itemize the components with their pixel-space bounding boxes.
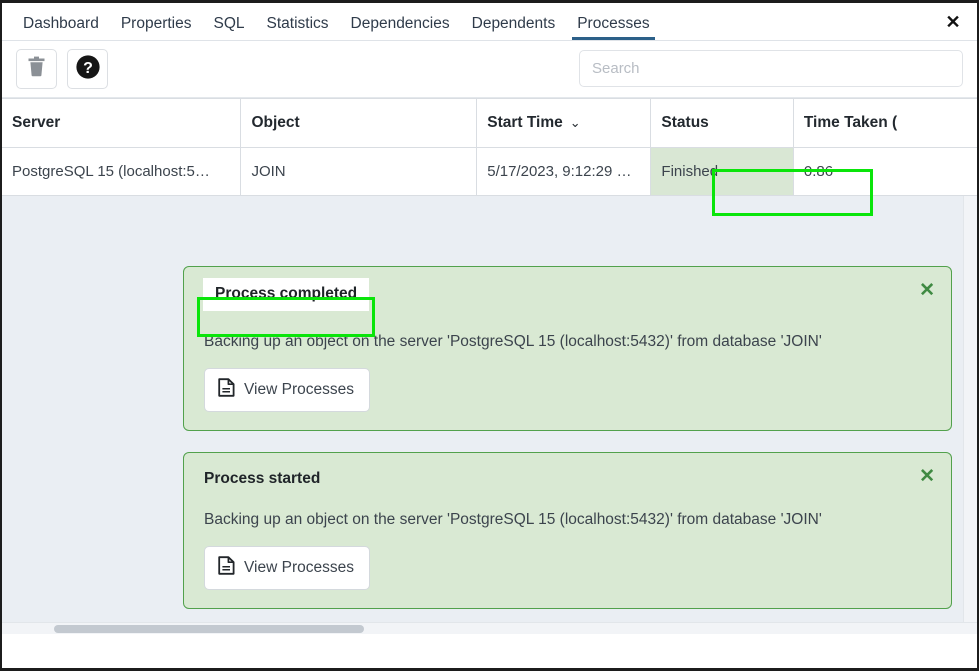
tab-label: Statistics: [267, 15, 329, 32]
processes-table: Server Object Start Time ⌄ Status Time T…: [2, 98, 977, 196]
search-container: [579, 50, 963, 87]
tab-bar: Dashboard Properties SQL Statistics Depe…: [2, 3, 977, 41]
alert-process-completed: ✕ Process completed Backing up an object…: [183, 266, 952, 431]
view-processes-label: View Processes: [244, 381, 354, 399]
table-row[interactable]: PostgreSQL 15 (localhost:5… JOIN 5/17/20…: [2, 148, 977, 196]
delete-process-button[interactable]: [16, 49, 57, 89]
view-processes-button[interactable]: View Processes: [204, 368, 370, 412]
tab-label: Dependents: [472, 15, 556, 32]
tab-dashboard[interactable]: Dashboard: [12, 16, 110, 40]
column-header-label: Status: [661, 114, 708, 132]
notifications-area: ✕ Process completed Backing up an object…: [2, 196, 977, 634]
close-icon[interactable]: ✕: [943, 12, 963, 32]
cell-value: 0.86: [804, 163, 833, 180]
alert-process-started: ✕ Process started Backing up an object o…: [183, 452, 952, 609]
cell-server: PostgreSQL 15 (localhost:5…: [2, 148, 241, 195]
horizontal-scrollbar[interactable]: [2, 622, 977, 634]
alert-message: Backing up an object on the server 'Post…: [204, 333, 933, 351]
tab-label: Properties: [121, 15, 192, 32]
tab-dependencies[interactable]: Dependencies: [340, 16, 461, 40]
tab-properties[interactable]: Properties: [110, 16, 203, 40]
status-badge: Finished: [661, 163, 718, 180]
processes-panel: Dashboard Properties SQL Statistics Depe…: [0, 0, 979, 671]
help-button[interactable]: ?: [67, 49, 108, 89]
document-icon: [218, 378, 235, 402]
trash-icon: [27, 56, 46, 82]
close-icon[interactable]: ✕: [919, 467, 935, 486]
column-header-label: Start Time: [487, 114, 563, 132]
cell-time-taken: 0.86: [794, 148, 977, 195]
chevron-down-icon: ⌄: [570, 116, 581, 129]
tab-label: Dashboard: [23, 15, 99, 32]
help-icon: ?: [75, 54, 101, 85]
tab-processes[interactable]: Processes: [566, 16, 660, 40]
tab-label: SQL: [213, 15, 244, 32]
tab-label: Processes: [577, 15, 649, 32]
alert-message: Backing up an object on the server 'Post…: [204, 511, 933, 529]
alert-title: Process completed: [203, 278, 369, 311]
horizontal-scrollbar-thumb[interactable]: [54, 625, 364, 633]
cell-object: JOIN: [241, 148, 477, 195]
column-header-start-time[interactable]: Start Time ⌄: [477, 99, 651, 147]
cell-value: 5/17/2023, 9:12:29 …: [487, 163, 631, 180]
column-header-label: Server: [12, 114, 60, 132]
view-processes-label: View Processes: [244, 559, 354, 577]
tab-sql[interactable]: SQL: [202, 16, 255, 40]
close-icon[interactable]: ✕: [919, 281, 935, 300]
tab-dependents[interactable]: Dependents: [461, 16, 567, 40]
tab-statistics[interactable]: Statistics: [256, 16, 340, 40]
vertical-scrollbar[interactable]: [963, 196, 977, 634]
document-icon: [218, 556, 235, 580]
column-header-label: Time Taken (: [804, 114, 897, 132]
cell-start-time: 5/17/2023, 9:12:29 …: [477, 148, 651, 195]
cell-value: PostgreSQL 15 (localhost:5…: [12, 163, 210, 180]
column-header-object[interactable]: Object: [241, 99, 477, 147]
alert-list: ✕ Process completed Backing up an object…: [183, 266, 952, 630]
svg-text:?: ?: [83, 60, 93, 77]
column-header-time-taken[interactable]: Time Taken (: [794, 99, 977, 147]
cell-status: Finished: [651, 148, 793, 195]
alert-title: Process started: [204, 469, 320, 489]
tab-label: Dependencies: [351, 15, 450, 32]
search-input[interactable]: [579, 50, 963, 87]
cell-value: JOIN: [251, 163, 285, 180]
column-header-status[interactable]: Status: [651, 99, 793, 147]
table-header-row: Server Object Start Time ⌄ Status Time T…: [2, 98, 977, 148]
column-header-label: Object: [251, 114, 299, 132]
view-processes-button[interactable]: View Processes: [204, 546, 370, 590]
processes-toolbar: ?: [2, 41, 977, 98]
column-header-server[interactable]: Server: [2, 99, 241, 147]
